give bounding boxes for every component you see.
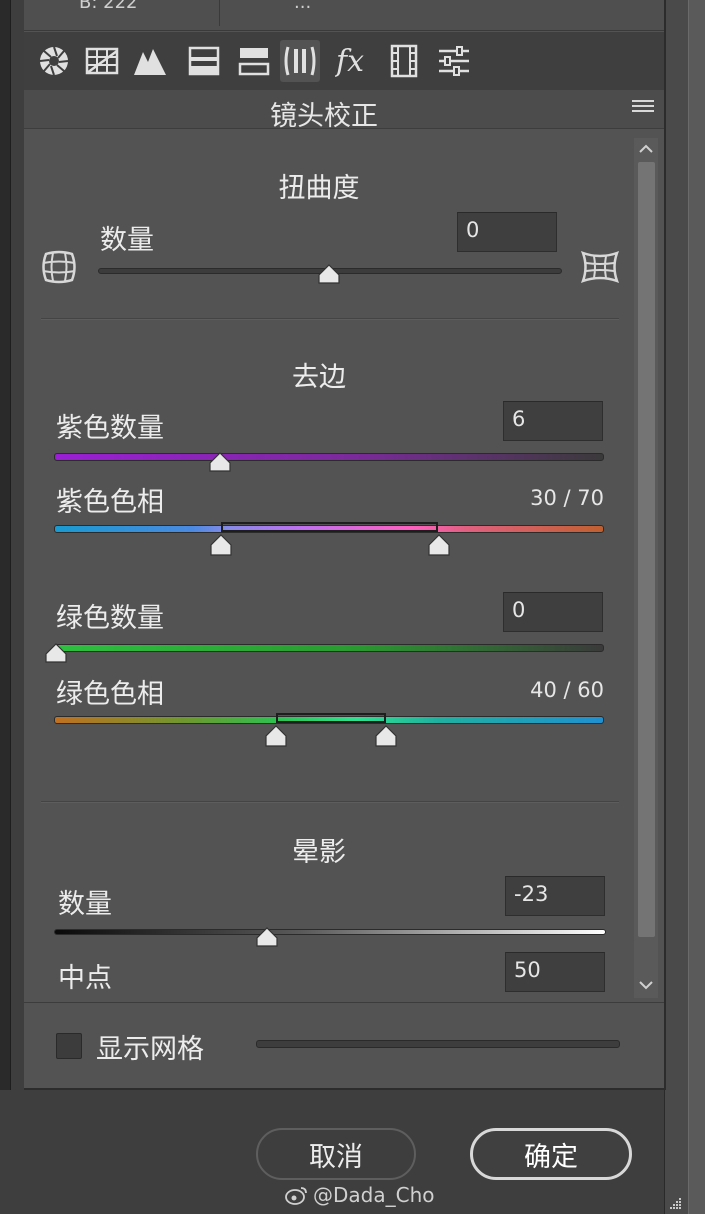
lens-correction-panel: B: 222 ... fx 镜头校正 扭曲度 数量 0 去边 紫色数量 6 紫色… [24,0,666,1090]
tab-hsl[interactable] [184,40,224,82]
purple-hue-range-frame [221,522,438,532]
vignette-amount-label: 数量 [58,889,112,920]
mountain-icon [134,49,166,75]
hsl-icon [238,48,270,76]
tab-basic[interactable] [34,40,74,82]
scroll-down-icon[interactable] [637,976,655,994]
film-strip-icon [390,44,418,78]
vignette-midpoint-field[interactable]: 50 [505,952,605,992]
vignette-amount-slider-track[interactable] [54,929,606,935]
purple-amount-field[interactable]: 6 [503,401,603,441]
panel-tabs: fx [24,32,664,90]
purple-amount-label: 紫色数量 [56,413,164,444]
info-right-text: ... [294,0,312,13]
watermark-text: @Dada_Cho [313,1183,435,1207]
green-hue-range-frame [276,713,386,723]
right-dock-strip [664,0,689,1214]
vignette-midpoint-label: 中点 [58,963,112,994]
grid-icon [85,47,119,75]
distortion-title: 扭曲度 [278,173,360,204]
vignette-amount-field[interactable]: -23 [505,876,605,916]
tab-split-toning[interactable] [234,40,274,82]
distortion-amount-field[interactable]: 0 [457,212,557,252]
green-hue-value: 40 / 60 [530,678,604,702]
fx-icon: fx [335,44,364,78]
section-divider [41,801,619,803]
green-amount-label: 绿色数量 [56,603,164,634]
show-grid-checkbox[interactable] [56,1033,82,1059]
show-grid-label: 显示网格 [96,1034,204,1065]
aperture-icon [39,46,69,76]
green-amount-field[interactable]: 0 [503,592,603,632]
vignette-title: 晕影 [292,837,346,868]
tab-camera-calibration[interactable] [384,40,424,82]
tab-presets[interactable] [434,40,474,82]
tab-lens-correction[interactable] [280,40,320,82]
tab-detail[interactable] [130,40,170,82]
section-divider [41,318,619,320]
top-info-strip: B: 222 ... [24,0,664,31]
tab-tone-curve[interactable] [82,40,122,82]
scrollbar-thumb[interactable] [638,162,655,937]
purple-hue-label: 紫色色相 [56,487,164,518]
watermark: @Dada_Cho [285,1183,434,1207]
split-tone-icon [188,46,220,76]
scroll-up-icon[interactable] [637,140,655,158]
resize-grip-icon[interactable] [668,1196,682,1210]
ok-button[interactable]: 确定 [470,1128,632,1180]
panel-menu-icon[interactable] [632,100,654,116]
lens-correction-icon [284,46,316,76]
weibo-icon [285,1187,307,1205]
green-amount-slider-track[interactable] [54,644,604,652]
left-window-edge [0,0,11,1090]
purple-hue-value: 30 / 70 [530,486,604,510]
distortion-amount-label: 数量 [100,225,154,256]
tab-effects[interactable]: fx [334,40,374,82]
svg-text:fx: fx [335,44,364,78]
green-hue-label: 绿色色相 [56,679,164,710]
window-edge [688,0,705,1214]
barrel-distortion-icon [42,250,76,284]
purple-amount-slider-track[interactable] [54,453,604,461]
pincushion-distortion-icon [580,250,620,284]
footer-divider [24,1002,664,1003]
cancel-button[interactable]: 取消 [256,1128,416,1180]
sliders-icon [439,46,469,76]
info-left-text: B: 222 [79,0,138,13]
panel-title: 镜头校正 [270,101,378,132]
grid-size-slider[interactable] [256,1040,620,1048]
panel-header: 镜头校正 [24,90,664,132]
defringe-title: 去边 [292,362,346,393]
